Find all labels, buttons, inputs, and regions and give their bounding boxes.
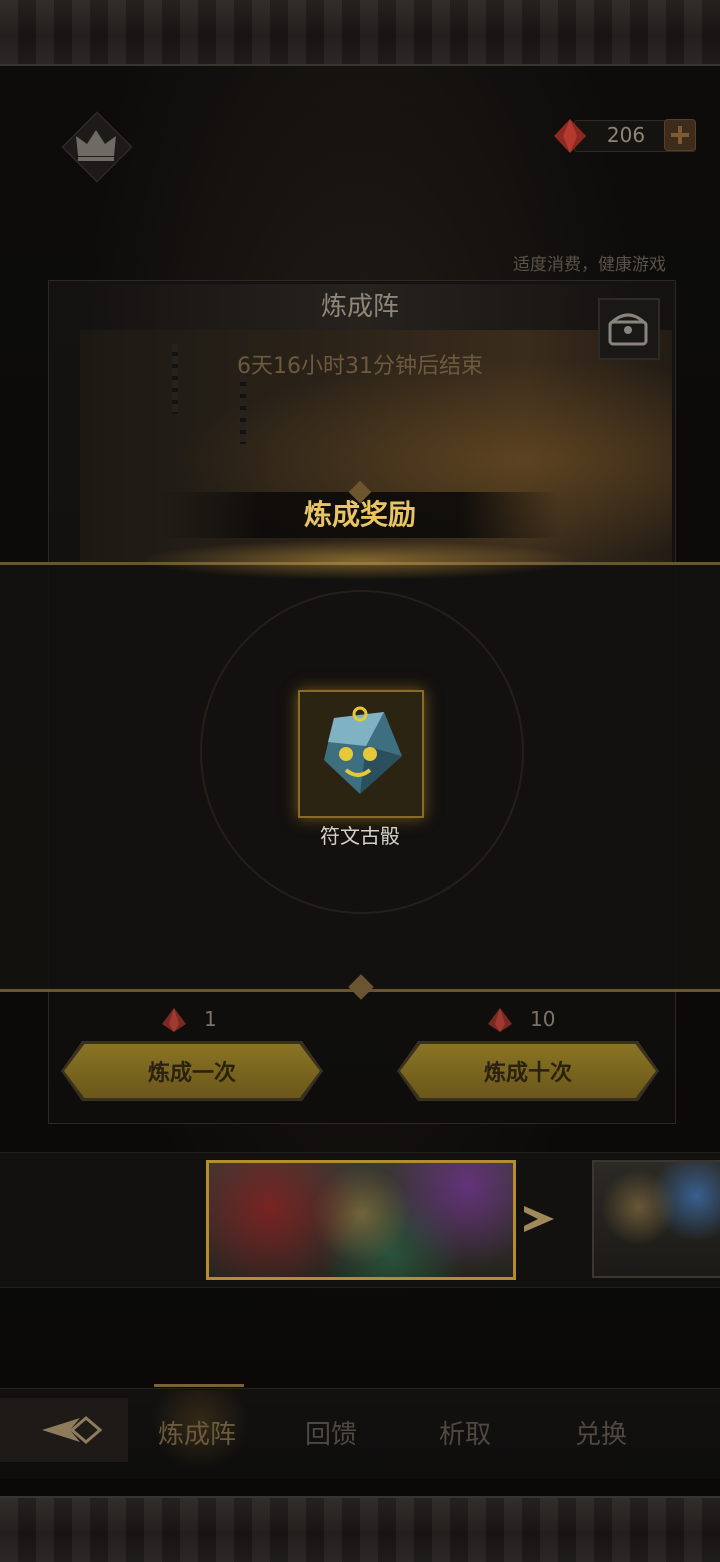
event-timer: 6天16小时31分钟后结束 [237, 354, 483, 379]
reward-item-name: 符文古骰 [320, 824, 400, 848]
ten-cost: 10 [530, 1007, 556, 1031]
panel-title: 炼成阵 [320, 292, 399, 322]
single-cost: 1 [204, 1007, 217, 1031]
craft-once-button[interactable]: 炼成一次 [64, 1044, 320, 1098]
craft-ten-button[interactable]: 炼成十次 [400, 1044, 656, 1098]
top-ornate-border [0, 0, 720, 66]
health-notice: 适度消费，健康游戏 [513, 255, 666, 275]
tab-extract[interactable]: 析取 [410, 1414, 520, 1451]
gem-count: 206 [606, 123, 646, 147]
carousel-banner-next[interactable] [592, 1160, 720, 1278]
active-tab-indicator [154, 1384, 244, 1387]
red-gem-icon [554, 119, 586, 153]
next-arrow-inner [524, 1212, 538, 1226]
chest-icon [608, 313, 648, 346]
crown-icon [76, 130, 116, 161]
header-glow [140, 540, 580, 580]
rune-dice-icon [324, 706, 402, 794]
add-currency-button[interactable] [664, 119, 696, 151]
bottom-ornate-border [0, 1496, 720, 1562]
reward-header: 炼成奖励 [303, 498, 416, 531]
back-arrow-icon [42, 1416, 103, 1444]
carousel-banner-current[interactable] [206, 1160, 516, 1280]
tab-rewards[interactable]: 回馈 [276, 1414, 386, 1451]
tab-exchange[interactable]: 兑换 [546, 1414, 656, 1451]
red-gem-icon [488, 1008, 512, 1032]
chain-decoration [240, 374, 246, 444]
red-gem-icon [162, 1008, 186, 1032]
tab-alchemy[interactable]: 炼成阵 [142, 1414, 252, 1451]
